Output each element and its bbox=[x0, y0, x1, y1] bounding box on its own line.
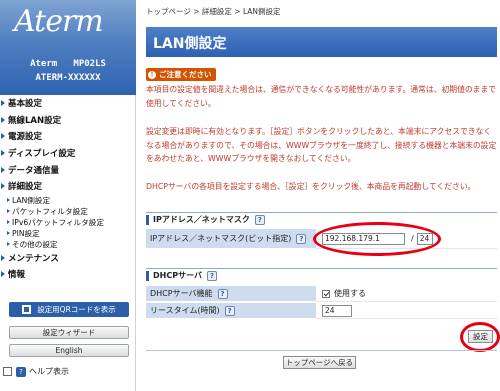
sidebar-item-data-usage[interactable]: データ通信量 bbox=[0, 161, 136, 178]
sidebar-item-label: 無線LAN設定 bbox=[8, 115, 62, 126]
sidebar-item-label: 情報 bbox=[8, 270, 26, 281]
triangle-right-icon bbox=[7, 198, 10, 203]
page-title-bar: LAN側設定 bbox=[146, 27, 497, 57]
sidebar-item-label: PIN設定 bbox=[12, 228, 40, 238]
section-title: DHCPサーバ bbox=[153, 271, 202, 280]
sidebar-item-basic[interactable]: 基本設定 bbox=[0, 95, 136, 112]
sidebar-item-label: LAN側設定 bbox=[12, 195, 51, 205]
ip-section-header: IPアドレス／ネットマスク ? bbox=[146, 212, 497, 226]
help-icon[interactable]: ? bbox=[217, 288, 228, 299]
dhcp-enable-checkbox[interactable] bbox=[322, 289, 330, 298]
device-id: ATERM-XXXXXX bbox=[35, 73, 101, 83]
caution-label: ご注意ください bbox=[159, 70, 212, 79]
triangle-right-icon bbox=[7, 220, 10, 225]
triangle-right-icon bbox=[1, 133, 5, 140]
sidebar-menu: 基本設定 無線LAN設定 電源設定 ディスプレイ設定 データ通信量 詳細設定 L… bbox=[0, 95, 136, 283]
lease-time-input[interactable] bbox=[322, 304, 352, 317]
help-icon[interactable]: ? bbox=[296, 233, 307, 244]
alert-icon: ! bbox=[148, 70, 156, 79]
logo-area: Aterm Aterm MP02LS ATERM-XXXXXX bbox=[0, 0, 136, 95]
dhcp-server-value: 使用する bbox=[316, 286, 497, 302]
model-name: Aterm MP02LS bbox=[30, 59, 106, 69]
sidebar-subitem-other[interactable]: その他の設定 bbox=[0, 239, 136, 250]
sidebar-item-info[interactable]: 情報 bbox=[0, 266, 136, 283]
lease-time-label: リースタイム(時間) ? bbox=[146, 303, 316, 319]
triangle-right-icon bbox=[1, 116, 5, 123]
triangle-right-icon bbox=[1, 100, 5, 107]
dhcp-section-header: DHCPサーバ ? bbox=[146, 268, 497, 282]
section-marker bbox=[146, 270, 149, 281]
section-title: IPアドレス／ネットマスク bbox=[153, 215, 250, 224]
sidebar-item-label: パケットフィルタ設定 bbox=[12, 206, 88, 216]
english-button[interactable]: English bbox=[9, 344, 129, 357]
sidebar-subitem-ipv6-filter[interactable]: IPv6パケットフィルタ設定 bbox=[0, 217, 136, 228]
sidebar-item-label: 基本設定 bbox=[8, 99, 43, 110]
sidebar: Aterm Aterm MP02LS ATERM-XXXXXX 基本設定 無線L… bbox=[0, 0, 136, 391]
highlight-circle bbox=[460, 322, 500, 352]
help-display-toggle[interactable]: ? ヘルプ表示 bbox=[3, 366, 69, 377]
aterm-logo: Aterm bbox=[14, 4, 104, 39]
breadcrumb: トップページ > 詳細設定 > LAN側設定 bbox=[146, 7, 281, 16]
sidebar-item-wireless-lan[interactable]: 無線LAN設定 bbox=[0, 112, 136, 129]
triangle-right-icon bbox=[1, 183, 5, 190]
divider bbox=[146, 350, 497, 351]
sidebar-subitem-lan[interactable]: LAN側設定 bbox=[0, 195, 136, 206]
caution-badge: ! ご注意ください bbox=[146, 68, 216, 81]
help-icon[interactable]: ? bbox=[254, 214, 265, 225]
device-model: Aterm MP02LS ATERM-XXXXXX bbox=[0, 57, 136, 85]
help-icon[interactable]: ? bbox=[207, 270, 217, 281]
help-icon[interactable]: ? bbox=[224, 305, 235, 316]
sidebar-item-advanced[interactable]: 詳細設定 bbox=[0, 178, 136, 195]
sidebar-item-label: データ通信量 bbox=[8, 165, 60, 176]
row-label: リースタイム(時間) bbox=[150, 306, 220, 315]
sidebar-subitem-pin[interactable]: PIN設定 bbox=[0, 228, 136, 239]
row-label: DHCPサーバ機能 bbox=[150, 289, 213, 298]
dhcp-server-label: DHCPサーバ機能 ? bbox=[146, 286, 316, 302]
sidebar-item-power[interactable]: 電源設定 bbox=[0, 128, 136, 145]
sidebar-item-label: その他の設定 bbox=[12, 239, 58, 249]
sidebar-item-label: メンテナンス bbox=[8, 253, 59, 264]
lease-time-row: リースタイム(時間) ? bbox=[146, 303, 497, 319]
triangle-right-icon bbox=[1, 254, 5, 261]
help-icon: ? bbox=[16, 366, 26, 377]
sidebar-item-label: 詳細設定 bbox=[8, 182, 43, 193]
qr-code-icon bbox=[22, 305, 32, 314]
show-qr-code-button[interactable]: 設定用QRコードを表示 bbox=[9, 302, 129, 317]
section-marker bbox=[146, 214, 149, 225]
help-display-label: ヘルプ表示 bbox=[29, 367, 69, 376]
qr-button-label: 設定用QRコードを表示 bbox=[37, 305, 116, 314]
warning-text: 本項目の設定値を間違えた場合は、通信ができなくなる可能性があります。通常は、初期… bbox=[146, 85, 497, 108]
help-display-checkbox[interactable] bbox=[3, 367, 12, 376]
setup-wizard-button[interactable]: 設定ウィザード bbox=[9, 326, 129, 339]
back-to-top-button[interactable]: トップページへ戻る bbox=[283, 356, 356, 369]
triangle-right-icon bbox=[1, 166, 5, 173]
warning-text: 設定変更は即時に有効となります。［設定］ボタンをクリックしたあと、本端末にアクセ… bbox=[146, 127, 497, 163]
triangle-right-icon bbox=[7, 209, 10, 214]
sidebar-item-label: 電源設定 bbox=[8, 132, 43, 143]
sidebar-item-display[interactable]: ディスプレイ設定 bbox=[0, 145, 136, 162]
triangle-right-icon bbox=[7, 231, 10, 236]
main-content: トップページ > 詳細設定 > LAN側設定 LAN側設定 ! ご注意ください … bbox=[137, 0, 500, 391]
sidebar-item-label: ディスプレイ設定 bbox=[8, 149, 76, 160]
triangle-right-icon bbox=[7, 242, 10, 247]
triangle-right-icon bbox=[1, 150, 5, 157]
warning-text: DHCPサーバの各項目を設定する場合、［設定］をクリック後、本商品を再起動してく… bbox=[146, 182, 476, 191]
dhcp-server-row: DHCPサーバ機能 ? 使用する bbox=[146, 286, 497, 302]
lease-time-value bbox=[316, 303, 497, 319]
triangle-right-icon bbox=[1, 271, 5, 278]
sidebar-subitem-packet-filter[interactable]: パケットフィルタ設定 bbox=[0, 206, 136, 217]
row-label: IPアドレス／ネットマスク(ビット指定) bbox=[150, 234, 292, 243]
page-title: LAN側設定 bbox=[153, 36, 227, 52]
sidebar-item-label: IPv6パケットフィルタ設定 bbox=[12, 217, 104, 227]
ip-netmask-label: IPアドレス／ネットマスク(ビット指定) ? bbox=[146, 229, 316, 249]
sidebar-item-maintenance[interactable]: メンテナンス bbox=[0, 250, 136, 267]
highlight-circle bbox=[313, 222, 441, 256]
dhcp-enable-label: 使用する bbox=[334, 289, 366, 298]
